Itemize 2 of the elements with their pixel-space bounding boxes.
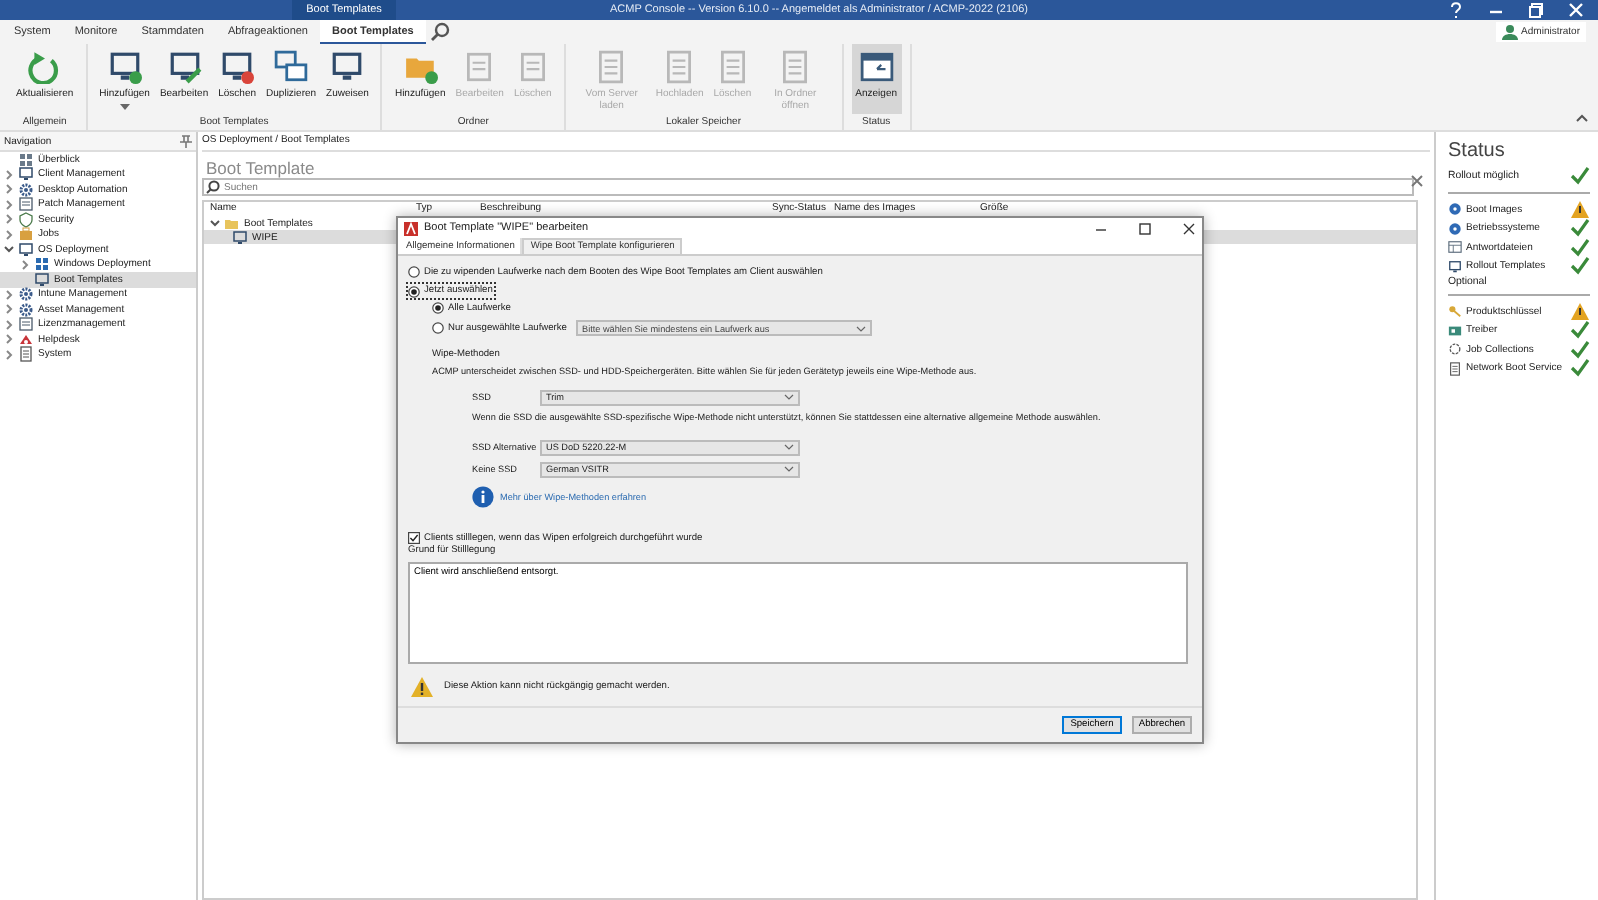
page-title: Boot Template — [204, 156, 317, 178]
panel-title: Status — [1448, 140, 1507, 162]
